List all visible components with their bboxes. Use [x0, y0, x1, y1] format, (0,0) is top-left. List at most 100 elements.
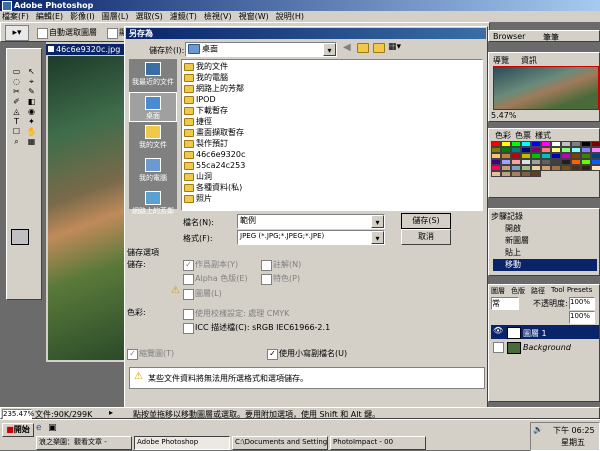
file-item[interactable]: IPOD — [184, 94, 245, 105]
desktop-show-icon[interactable]: ▣ — [48, 423, 57, 433]
menu-item[interactable]: 檢視(V) — [204, 11, 232, 22]
eye-icon[interactable]: 👁 — [493, 326, 503, 335]
color-swatch[interactable] — [501, 171, 511, 177]
format-select[interactable]: JPEG (*.JPG;*.JPEG;*.JPE) ▾ — [237, 230, 385, 245]
file-list[interactable]: 我的文件 我的電腦 網路上的芳鄰 IPOD 下載暫存 捷徑 畫面擷取暫存 製作預訂 46c6e9… — [181, 59, 483, 211]
color-swatch[interactable] — [491, 171, 501, 177]
tab-layer-panel[interactable]: 路徑 — [531, 286, 545, 296]
place-item[interactable]: 我的文件 — [129, 125, 177, 155]
dodge-tool-icon[interactable]: ◉ — [24, 107, 39, 117]
proof-checkbox[interactable] — [183, 309, 194, 320]
tab-browser[interactable]: Browser — [493, 32, 525, 41]
history-item[interactable]: 移動 — [493, 259, 597, 271]
color-swatch[interactable] — [591, 165, 600, 171]
file-item[interactable]: 畫面擷取暫存 — [184, 127, 245, 138]
filename-input[interactable]: 範例 ▾ — [237, 214, 385, 229]
show-bounds-checkbox[interactable] — [107, 28, 118, 39]
hand-tool-icon[interactable]: ✋ — [24, 127, 39, 137]
type-tool-icon[interactable]: T — [9, 117, 24, 127]
ie-icon[interactable]: e — [36, 423, 42, 433]
tab-color[interactable]: 色彩 — [495, 130, 511, 141]
tab-brushes[interactable]: 筆筆 — [543, 32, 559, 43]
place-item[interactable]: 我的電腦 — [129, 158, 177, 188]
file-item[interactable]: 捷徑 — [184, 116, 245, 127]
taskbar-button[interactable]: PhotoImpact - 00 — [330, 436, 426, 450]
file-item[interactable]: 製作預訂 — [184, 138, 245, 149]
crop-tool-icon[interactable]: ✂ — [9, 87, 24, 97]
menu-item[interactable]: 視窗(W) — [239, 11, 269, 22]
spot-checkbox[interactable] — [261, 274, 272, 285]
file-item[interactable]: 照片 — [184, 193, 245, 204]
layers-checkbox[interactable] — [183, 289, 194, 300]
menu-item[interactable]: 濾鏡(T) — [170, 11, 197, 22]
tab-layer-panel[interactable]: 圖層 — [491, 286, 505, 296]
menu-item[interactable]: 檔案(F) — [2, 11, 29, 22]
file-item[interactable]: 我的文件 — [184, 61, 245, 72]
save-in-select[interactable]: 桌面 ▾ — [185, 42, 337, 57]
save-button[interactable]: 儲存(S) — [401, 213, 451, 229]
brush-tool-icon[interactable]: ✎ — [24, 87, 39, 97]
color-swatch[interactable] — [541, 165, 551, 171]
alpha-checkbox[interactable] — [183, 274, 194, 285]
icc-checkbox[interactable] — [183, 323, 194, 334]
magic-wand-icon[interactable]: ⌖ — [24, 77, 39, 87]
place-item[interactable]: 網路上的芳鄰 — [129, 191, 177, 221]
auto-select-checkbox[interactable] — [37, 28, 48, 39]
view-menu-icon[interactable]: ▦▾ — [388, 42, 401, 52]
stamp-tool-icon[interactable]: ◧ — [24, 97, 39, 107]
taskbar-button[interactable]: C:\Documents and Setting... — [232, 436, 328, 450]
history-item[interactable]: 新圖層 — [493, 235, 597, 247]
document-tab[interactable]: 46c6e9320c.jpg — [46, 44, 126, 55]
file-item[interactable]: 46c6e9320c — [184, 149, 245, 160]
lowercase-ext-checkbox[interactable]: ✓ — [267, 349, 278, 360]
taskbar-button[interactable]: 浪之樂園：觀看文章 - — [36, 436, 132, 450]
color-swatch[interactable] — [551, 165, 561, 171]
cancel-button[interactable]: 取消 — [401, 229, 451, 245]
tab-navigator[interactable]: 導覽 — [493, 55, 509, 66]
color-swatch[interactable] — [511, 171, 521, 177]
gradient-tool-icon[interactable]: ◬ — [9, 107, 24, 117]
arrow-icon[interactable]: ▸ — [109, 408, 113, 417]
history-item[interactable]: 開啟 — [493, 223, 597, 235]
menu-item[interactable]: 說明(H) — [276, 11, 304, 22]
shape-tool-icon[interactable]: ☐ — [9, 127, 24, 137]
lasso-tool-icon[interactable]: ◌ — [9, 77, 24, 87]
foreground-color[interactable] — [11, 229, 29, 245]
marquee-tool-icon[interactable]: ▭ — [9, 67, 24, 77]
color-swatch[interactable] — [531, 171, 541, 177]
color-swatch[interactable] — [561, 165, 571, 171]
color-swatch[interactable] — [581, 165, 591, 171]
taskbar-button[interactable]: Adobe Photoshop — [134, 436, 230, 450]
color-swatch[interactable] — [571, 165, 581, 171]
thumbnail-checkbox[interactable]: ✓ — [127, 349, 138, 360]
swatch-grid[interactable] — [491, 141, 600, 197]
chevron-down-icon[interactable]: ▾ — [323, 43, 336, 56]
back-icon[interactable]: ◀ — [343, 42, 351, 53]
mask-icon[interactable]: ▦ — [24, 137, 39, 147]
history-item[interactable]: 貼上 — [493, 247, 597, 259]
volume-icon[interactable]: 🔊 — [533, 425, 543, 434]
file-item[interactable]: 55ca24c253 — [184, 160, 245, 171]
as-copy-checkbox[interactable]: ✓ — [183, 260, 194, 271]
layer-row[interactable]: Background — [491, 340, 599, 354]
fill-input[interactable]: 100% — [569, 311, 595, 324]
tab-styles[interactable]: 樣式 — [535, 130, 551, 141]
start-button[interactable]: ■開始 — [2, 423, 34, 437]
menu-item[interactable]: 編輯(E) — [36, 11, 63, 22]
color-swatch[interactable] — [521, 171, 531, 177]
place-item[interactable]: 桌面 — [129, 92, 177, 122]
opacity-input[interactable]: 100% — [569, 297, 595, 310]
place-item[interactable]: 我最近的文件 — [129, 62, 177, 92]
new-folder-icon[interactable] — [373, 43, 385, 53]
visibility-checkbox[interactable] — [493, 342, 504, 353]
navigator-zoom[interactable]: 5.47% — [491, 111, 516, 120]
blend-mode-select[interactable]: 常 — [491, 297, 519, 310]
move-tool-icon[interactable]: ↖ — [24, 67, 39, 77]
up-folder-icon[interactable] — [357, 43, 369, 53]
menu-item[interactable]: 選取(S) — [135, 11, 162, 22]
menu-item[interactable]: 影像(I) — [70, 11, 95, 22]
zoom-tool-icon[interactable]: ⌕ — [9, 137, 24, 147]
tab-layer-panel[interactable]: 色版 — [511, 286, 525, 296]
pen-tool-icon[interactable]: ✦ — [24, 117, 39, 127]
layer-row[interactable]: 👁 圖層 1 — [491, 325, 599, 339]
